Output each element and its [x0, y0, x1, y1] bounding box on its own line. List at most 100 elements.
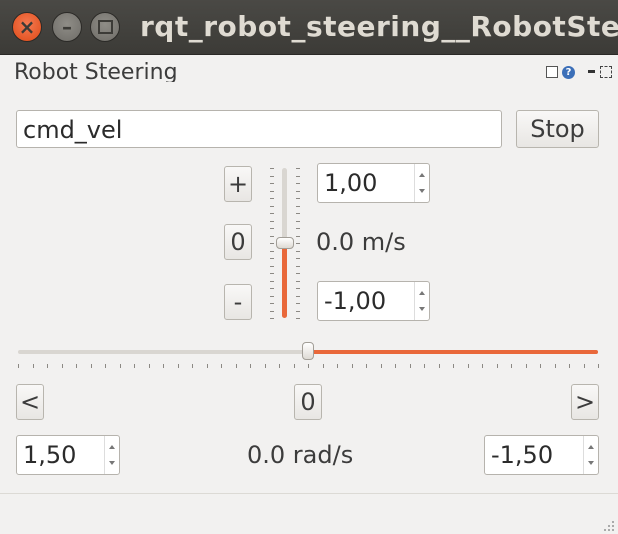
angular-slider-tick: [264, 364, 266, 368]
angular-slider-tick: [569, 364, 570, 368]
linear-slider-tick: [270, 183, 274, 184]
angular-max-value: 1,50: [23, 441, 77, 469]
linear-max-spinbox[interactable]: 1,00: [317, 163, 430, 203]
linear-velocity-slider[interactable]: [266, 164, 306, 320]
angular-slider-tick: [177, 364, 179, 368]
angular-velocity-slider[interactable]: [16, 340, 600, 372]
angular-slider-tick: [467, 364, 469, 368]
linear-slider-tick: [270, 250, 274, 252]
linear-slider-tick: [296, 295, 300, 297]
linear-slider-tick: [296, 205, 300, 207]
linear-slider-tick: [270, 220, 274, 222]
stop-button[interactable]: Stop: [516, 110, 599, 148]
linear-slider-tick: [296, 303, 300, 304]
angular-min-spinbox[interactable]: -1,50: [484, 435, 599, 475]
angular-slider-tick: [351, 364, 353, 368]
angular-slider-tick: [163, 364, 164, 368]
decrease-linear-button[interactable]: -: [224, 284, 252, 320]
help-icon[interactable]: ?: [562, 66, 575, 79]
angular-slider-handle[interactable]: [302, 342, 314, 360]
linear-slider-tick: [296, 198, 300, 199]
angular-slider-tick: [18, 364, 19, 368]
linear-slider-tick: [270, 213, 274, 214]
resize-grip-icon[interactable]: [604, 521, 614, 531]
linear-slider-tick: [296, 318, 300, 319]
angular-slider-tick: [525, 364, 527, 368]
angular-slider-tick: [583, 364, 585, 368]
angular-slider-tick: [235, 364, 237, 368]
angular-slider-tick: [424, 364, 425, 368]
angular-slider-tick: [380, 364, 382, 368]
angular-slider-tick: [598, 364, 599, 368]
angular-slider-tick: [279, 364, 280, 368]
angular-slider-tick: [76, 364, 77, 368]
angular-min-stepper[interactable]: [583, 436, 598, 474]
linear-slider-tick: [296, 220, 300, 222]
maximize-icon[interactable]: [90, 12, 120, 42]
linear-slider-tick: [270, 318, 274, 319]
linear-slider-tick: [270, 258, 274, 259]
linear-slider-tick: [270, 273, 274, 274]
angular-slider-tick: [134, 364, 135, 368]
angular-slider-tick: [47, 364, 48, 368]
angular-slider-tick: [206, 364, 208, 368]
linear-slider-tick: [296, 175, 300, 177]
linear-slider-tick: [296, 228, 300, 229]
angular-slider-tick: [293, 364, 295, 368]
close-plugin-icon[interactable]: [600, 66, 612, 78]
undock-icon[interactable]: [588, 70, 595, 73]
angular-slider-tick: [221, 364, 222, 368]
close-icon[interactable]: ×: [12, 12, 42, 42]
reset-angular-button[interactable]: 0: [294, 384, 322, 420]
angular-slider-tick: [322, 364, 324, 368]
angular-slider-tick: [105, 364, 106, 368]
minimize-icon[interactable]: –: [52, 12, 82, 42]
angular-slider-tick: [511, 364, 512, 368]
reset-linear-button[interactable]: 0: [224, 224, 252, 260]
linear-slider-tick: [296, 243, 300, 244]
linear-min-value: -1,00: [324, 287, 387, 315]
angular-slider-tick: [308, 364, 309, 368]
linear-slider-tick: [270, 228, 274, 229]
angular-slider-tick: [395, 364, 396, 368]
linear-min-stepper[interactable]: [414, 282, 429, 320]
linear-slider-tick: [270, 310, 274, 312]
angular-max-spinbox[interactable]: 1,50: [16, 435, 120, 475]
angular-slider-fill: [308, 350, 598, 354]
linear-slider-tick: [270, 303, 274, 304]
linear-slider-tick: [296, 310, 300, 312]
linear-min-spinbox[interactable]: -1,00: [317, 281, 430, 321]
angular-slider-tick: [366, 364, 367, 368]
linear-slider-tick: [296, 190, 300, 192]
angular-max-stepper[interactable]: [104, 436, 119, 474]
angular-slider-tick: [438, 364, 440, 368]
linear-slider-tick: [270, 288, 274, 289]
linear-slider-tick: [296, 258, 300, 259]
angular-min-value: -1,50: [491, 441, 554, 469]
linear-slider-tick: [296, 250, 300, 252]
angular-velocity-readout: 0.0 rad/s: [247, 441, 354, 469]
increase-linear-button[interactable]: +: [224, 166, 252, 202]
plugin-toolbar: ?: [544, 66, 618, 80]
linear-slider-tick: [296, 288, 300, 289]
linear-max-stepper[interactable]: [414, 164, 429, 202]
angular-slider-tick: [554, 364, 556, 368]
linear-slider-tick: [296, 213, 300, 214]
window-titlebar: × – rqt_robot_steering__RobotSteering - …: [0, 0, 618, 55]
linear-slider-tick: [296, 273, 300, 274]
linear-slider-tick: [296, 168, 300, 169]
linear-slider-tick: [270, 295, 274, 297]
topic-input[interactable]: cmd_vel: [16, 110, 502, 148]
angular-slider-tick: [337, 364, 338, 368]
linear-slider-tick: [270, 280, 274, 282]
linear-slider-handle[interactable]: [276, 237, 294, 249]
increase-angular-button[interactable]: <: [16, 384, 44, 420]
plugin-title: Robot Steering: [14, 60, 178, 82]
dock-icon[interactable]: [546, 66, 558, 78]
decrease-angular-button[interactable]: >: [571, 384, 599, 420]
angular-slider-tick: [32, 364, 34, 368]
angular-slider-tick: [192, 364, 193, 368]
angular-slider-tick: [409, 364, 411, 368]
angular-slider-tick: [90, 364, 92, 368]
angular-slider-tick: [482, 364, 483, 368]
